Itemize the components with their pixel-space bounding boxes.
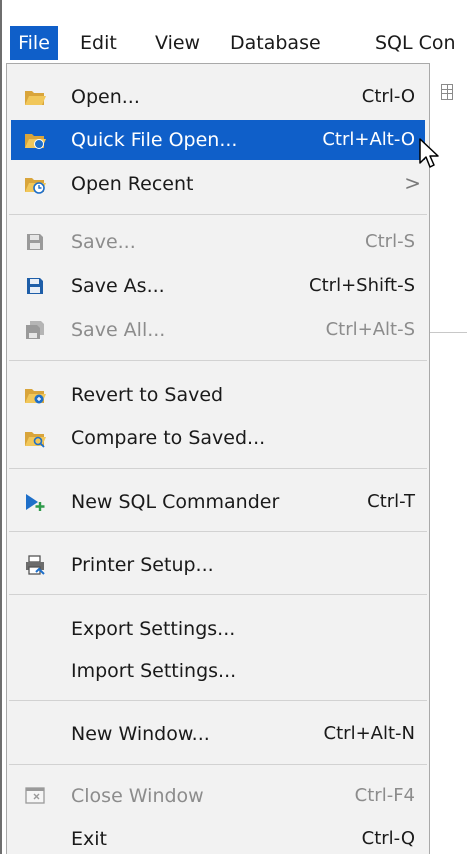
menu-item-label: Revert to Saved — [71, 384, 224, 406]
menu-item-new-sql-commander[interactable]: New SQL Commander Ctrl-T — [11, 482, 425, 522]
menu-item-shortcut: Ctrl+Shift-S — [309, 275, 415, 296]
menu-item-label: Open Recent — [71, 173, 194, 195]
menu-item-label: Compare to Saved... — [71, 427, 266, 449]
menu-item-save-all[interactable]: Save All... Ctrl+Alt-S — [11, 310, 425, 350]
menu-item-save[interactable]: Save... Ctrl-S — [11, 222, 425, 262]
menu-item-shortcut: Ctrl-F4 — [354, 785, 415, 806]
menu-item-label: Save... — [71, 231, 136, 253]
menu-separator — [9, 468, 427, 469]
chevron-right-icon: > — [404, 171, 421, 195]
menu-item-quick-file-open[interactable]: Quick File Open... Ctrl+Alt-O — [11, 120, 425, 160]
menu-item-printer-setup[interactable]: Printer Setup... — [11, 545, 425, 585]
menu-item-label: Import Settings... — [71, 660, 237, 682]
mouse-pointer-icon — [419, 138, 439, 168]
menu-item-compare-to-saved[interactable]: Compare to Saved... — [11, 418, 425, 458]
menu-item-shortcut: Ctrl-Q — [361, 828, 415, 849]
menu-item-shortcut: Ctrl-O — [361, 86, 415, 107]
menu-item-shortcut: Ctrl+Alt-S — [325, 319, 415, 340]
menu-item-label: Printer Setup... — [71, 554, 214, 576]
menu-item-open-recent[interactable]: Open Recent > — [11, 164, 425, 204]
new-sql-commander-icon — [26, 494, 45, 511]
menu-separator — [9, 360, 427, 361]
printer-icon — [26, 555, 45, 575]
menu-item-new-window[interactable]: New Window... Ctrl+Alt-N — [11, 714, 425, 754]
menu-database[interactable]: Database — [230, 26, 321, 60]
menu-separator — [9, 700, 427, 701]
revert-folder-icon — [25, 389, 46, 404]
close-window-icon — [25, 787, 45, 804]
menu-item-label: Quick File Open... — [71, 129, 238, 151]
menu-item-exit[interactable]: Exit Ctrl-Q — [11, 819, 425, 859]
menu-sql-commander[interactable]: SQL Con — [375, 26, 456, 60]
menu-item-label: New Window... — [71, 723, 210, 745]
menu-view[interactable]: View — [155, 26, 200, 60]
compare-folder-icon — [25, 432, 46, 448]
menu-item-shortcut: Ctrl+Alt-O — [322, 129, 415, 150]
menu-item-label: Export Settings... — [71, 618, 236, 640]
save-icon — [27, 234, 43, 250]
menu-item-export-settings[interactable]: Export Settings... — [11, 609, 425, 649]
recent-folder-icon — [25, 178, 46, 194]
menu-edit[interactable]: Edit — [80, 26, 117, 60]
menu-item-close-window[interactable]: Close Window Ctrl-F4 — [11, 776, 425, 816]
save-all-icon — [26, 321, 44, 339]
menu-bar: File Edit View Database SQL Con — [2, 20, 467, 66]
menu-item-shortcut: Ctrl+Alt-N — [323, 723, 415, 744]
background-divider — [430, 332, 467, 333]
menu-item-shortcut: Ctrl-S — [365, 231, 415, 252]
menu-item-save-as[interactable]: Save As... Ctrl+Shift-S — [11, 266, 425, 306]
menu-item-import-settings[interactable]: Import Settings... — [11, 651, 425, 691]
menu-file[interactable]: File — [10, 26, 58, 60]
file-menu-dropdown: Open... Ctrl-O Quick File Open... Ctrl+A… — [6, 63, 430, 854]
save-as-icon — [27, 278, 43, 294]
toolbar-grid-icon — [441, 84, 453, 100]
menu-item-label: Save As... — [71, 275, 165, 297]
menu-item-label: New SQL Commander — [71, 491, 280, 513]
menu-item-label: Save All... — [71, 319, 166, 341]
quick-open-folder-icon — [25, 134, 46, 149]
menu-item-revert-to-saved[interactable]: Revert to Saved — [11, 375, 425, 415]
menu-separator — [9, 594, 427, 595]
menu-item-label: Close Window — [71, 785, 204, 807]
menu-item-open[interactable]: Open... Ctrl-O — [11, 77, 425, 117]
menu-item-label: Open... — [71, 86, 140, 108]
menu-separator — [9, 764, 427, 765]
menu-item-label: Exit — [71, 828, 107, 850]
menu-separator — [9, 214, 427, 215]
window-left-edge — [0, 0, 2, 854]
menu-item-shortcut: Ctrl-T — [367, 491, 415, 512]
folder-open-icon — [25, 91, 46, 105]
menu-separator — [9, 531, 427, 532]
